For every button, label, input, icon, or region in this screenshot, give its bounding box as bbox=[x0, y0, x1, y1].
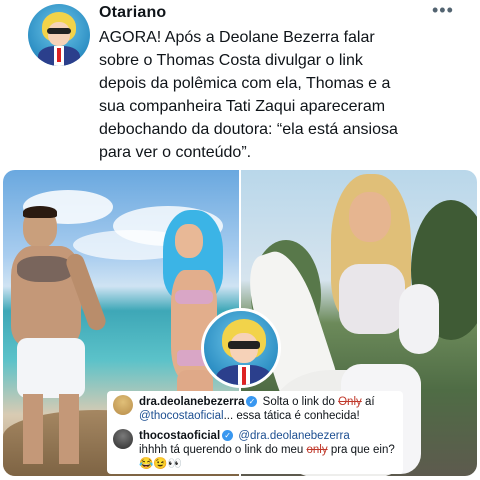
tweet-header: Otariano ••• AGORA! Após a Deolane Bezer… bbox=[0, 0, 480, 170]
strikethrough-word: only bbox=[306, 444, 328, 456]
comment-item: thocostaoficial ✓ @dra.deolanebezerra ihh… bbox=[113, 429, 397, 471]
profile-avatar[interactable] bbox=[28, 4, 90, 66]
watermark-avatar bbox=[201, 308, 281, 388]
commenter-avatar bbox=[113, 429, 133, 449]
tweet-media[interactable]: dra.deolanebezerra ✓ Solta o link do Only… bbox=[3, 170, 477, 476]
more-options-icon[interactable]: ••• bbox=[432, 0, 454, 21]
tweet-text: AGORA! Após a Deolane Bezerra falar sobr… bbox=[99, 29, 398, 161]
verified-badge-icon: ✓ bbox=[222, 430, 234, 442]
commenter-avatar bbox=[113, 395, 133, 415]
comment-item: dra.deolanebezerra ✓ Solta o link do Only… bbox=[113, 395, 397, 423]
comment-text: Solta o link do bbox=[262, 396, 339, 408]
verified-badge-icon: ✓ bbox=[246, 396, 258, 408]
comment-username: thocostaoficial bbox=[139, 430, 221, 442]
comment-mention: @thocostaoficial bbox=[139, 410, 224, 422]
comment-text-end: aí bbox=[361, 396, 375, 408]
username[interactable]: Otariano bbox=[99, 4, 166, 22]
comment-mention: @dra.deolanebezerra bbox=[238, 430, 350, 442]
comment-text: ihhhh tá querendo o link do meu bbox=[139, 444, 307, 456]
comment-text-line2: ... essa tática é conhecida! bbox=[223, 410, 360, 422]
comment-username: dra.deolanebezerra bbox=[139, 396, 245, 408]
comments-screenshot: dra.deolanebezerra ✓ Solta o link do Only… bbox=[107, 391, 403, 474]
strikethrough-word: Only bbox=[338, 396, 362, 408]
